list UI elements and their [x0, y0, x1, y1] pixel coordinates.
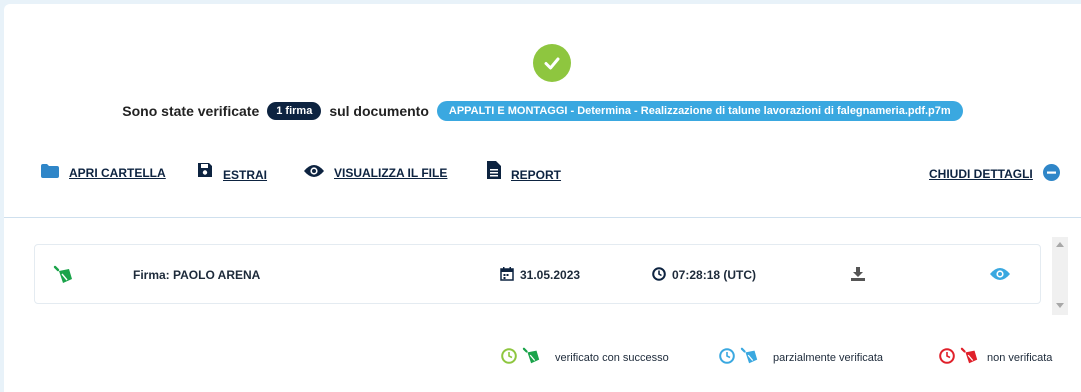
partial-clock-icon — [719, 348, 735, 367]
summary-prefix: Sono state verificate — [122, 103, 260, 119]
report-label: REPORT — [511, 168, 562, 182]
open-folder-label: APRI CARTELLA — [69, 165, 166, 180]
extract-label: ESTRAI — [223, 168, 268, 182]
view-signature-button[interactable] — [990, 245, 1010, 305]
failed-clock-icon — [939, 348, 955, 367]
verification-summary: Sono state verificate 1 firma sul docume… — [4, 101, 1081, 121]
document-icon — [487, 160, 501, 182]
legend-partial-label: parzialmente verificata — [773, 351, 884, 364]
verification-panel: Sono state verificate 1 firma sul docume… — [4, 4, 1081, 392]
signature-time: 07:28:18 (UTC) — [652, 245, 756, 305]
save-icon — [197, 162, 213, 181]
success-check-icon — [533, 44, 571, 82]
failed-pen-icon — [960, 347, 980, 368]
signature-label: Firma: PAOLO ARENA — [133, 268, 261, 282]
summary-middle: sul documento — [329, 103, 429, 119]
signature-status-pen-icon — [53, 245, 75, 305]
close-details-button[interactable]: CHIUDI DETTAGLI — [929, 164, 1060, 184]
partial-pen-icon — [740, 347, 760, 368]
open-folder-button[interactable]: APRI CARTELLA — [41, 164, 166, 181]
legend-failed-label: non verificata — [987, 351, 1053, 364]
eye-icon — [304, 164, 324, 181]
folder-icon — [41, 164, 59, 181]
report-button[interactable]: REPORT — [487, 160, 561, 182]
scroll-up-icon[interactable] — [1056, 242, 1064, 247]
signature-count-badge: 1 firma — [267, 102, 322, 120]
scrollbar[interactable] — [1052, 237, 1068, 315]
legend: verificato con successo parzialmente ver… — [4, 347, 1081, 367]
extract-button[interactable]: ESTRAI — [197, 160, 267, 182]
eye-icon — [990, 267, 1010, 284]
clock-icon — [652, 266, 666, 284]
collapse-minus-icon — [1042, 164, 1060, 184]
download-button[interactable] — [850, 245, 866, 305]
legend-success-label: verificato con successo — [555, 351, 669, 364]
calendar-icon — [500, 266, 514, 284]
view-file-label: VISUALIZZA IL FILE — [334, 165, 448, 180]
legend-partial: parzialmente verificata — [719, 347, 883, 368]
legend-success: verificato con successo — [501, 347, 669, 368]
signature-date-value: 31.05.2023 — [520, 268, 581, 282]
signature-date: 31.05.2023 — [500, 245, 580, 305]
success-pen-icon — [522, 347, 542, 368]
scroll-down-icon[interactable] — [1056, 303, 1064, 308]
toolbar: APRI CARTELLA ESTRAI VISUALIZZA IL FILE … — [4, 160, 1081, 194]
view-file-button[interactable]: VISUALIZZA IL FILE — [304, 164, 447, 181]
success-clock-icon — [501, 348, 517, 367]
divider — [4, 217, 1081, 218]
signature-row[interactable]: Firma: PAOLO ARENA 31.05.2023 07:28:18 (… — [34, 244, 1041, 304]
download-icon — [850, 266, 866, 285]
legend-failed: non verificata — [939, 347, 1052, 368]
close-details-label: CHIUDI DETTAGLI — [929, 167, 1033, 181]
signature-time-value: 07:28:18 (UTC) — [672, 268, 757, 282]
document-name-badge: APPALTI E MONTAGGI - Determina - Realizz… — [436, 101, 963, 121]
